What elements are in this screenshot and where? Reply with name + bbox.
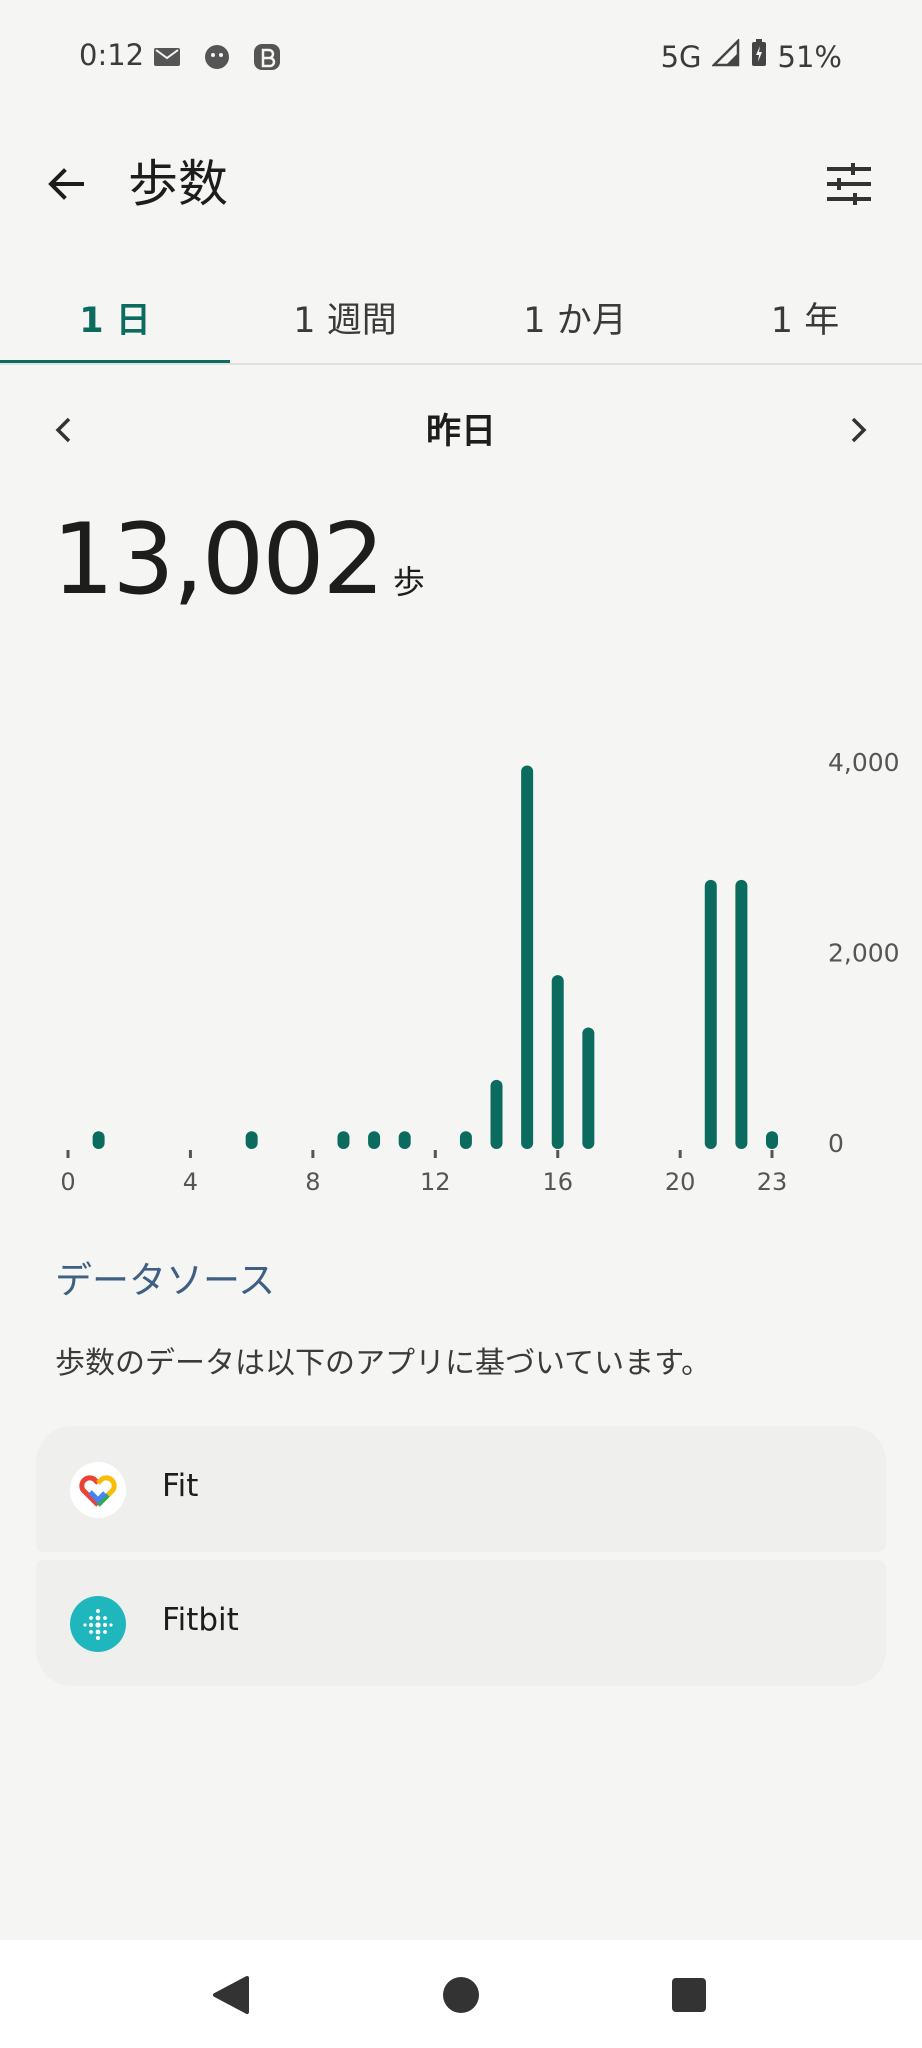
top-app-bar: 歩数 <box>0 140 922 230</box>
battery-icon <box>750 38 768 75</box>
chevron-right-icon <box>851 417 867 443</box>
tab-1-day[interactable]: 1 日 <box>0 270 230 364</box>
fitbit-dots-icon <box>70 1596 126 1652</box>
triangle-back-icon <box>213 1976 249 2014</box>
next-date-button[interactable] <box>834 400 884 460</box>
signal-icon <box>710 37 740 74</box>
status-bar: 0:12 5G 51% <box>0 0 922 110</box>
x-tick-label: 20 <box>665 1168 696 1196</box>
x-tick-label: 0 <box>60 1168 75 1196</box>
x-tick-label: 12 <box>420 1168 451 1196</box>
date-label: 昨日 <box>425 412 496 452</box>
data-source-description: 歩数のデータは以下のアプリに基づいています。 <box>55 1346 712 1381</box>
tab-label: 1 年 <box>770 300 840 341</box>
step-total: 13,002 歩 <box>52 500 425 620</box>
page-title: 歩数 <box>128 155 228 213</box>
steps-chart-svg: 0 4 8 12 16 20 23 0 2,000 4,000 <box>60 748 900 1196</box>
date-navigator: 昨日 <box>0 395 922 465</box>
nav-recents-button[interactable] <box>664 1970 714 2020</box>
app-b-icon <box>252 42 282 72</box>
mail-icon <box>152 42 182 72</box>
back-button[interactable] <box>36 154 96 214</box>
data-source-title: データソース <box>55 1259 276 1302</box>
tabs-divider <box>0 363 922 365</box>
source-item-fit[interactable]: Fit <box>36 1426 886 1552</box>
y-tick-label: 0 <box>828 1129 844 1158</box>
x-tick-label: 16 <box>542 1168 573 1196</box>
steps-chart: 0 4 8 12 16 20 23 0 2,000 4,000 <box>0 700 922 1200</box>
circle-home-icon <box>443 1977 479 2013</box>
nav-home-button[interactable] <box>436 1970 486 2020</box>
tab-label: 1 週間 <box>293 300 397 341</box>
tab-1-month[interactable]: 1 か月 <box>460 270 690 364</box>
filter-button[interactable] <box>818 154 878 214</box>
source-item-fitbit[interactable]: Fitbit <box>36 1560 886 1686</box>
app-notification-icon <box>202 42 232 72</box>
network-label: 5G <box>660 39 702 74</box>
arrow-back-icon <box>48 168 84 200</box>
y-tick-label: 2,000 <box>828 939 900 968</box>
status-right: 5G 51% <box>660 37 842 75</box>
google-fit-heart-icon <box>70 1462 126 1518</box>
step-total-value: 13,002 <box>52 503 385 617</box>
tab-1-year[interactable]: 1 年 <box>690 270 920 364</box>
battery-percent: 51% <box>777 39 842 74</box>
source-name: Fitbit <box>162 1602 239 1638</box>
x-tick-label: 4 <box>183 1168 198 1196</box>
x-tick-label: 8 <box>305 1168 320 1196</box>
tune-icon <box>827 163 871 205</box>
step-total-unit: 歩 <box>392 563 425 601</box>
x-tick-label: 23 <box>757 1168 788 1196</box>
tab-1-week[interactable]: 1 週間 <box>230 270 460 364</box>
system-nav-bar <box>0 1940 922 2048</box>
period-tabs: 1 日 1 週間 1 か月 1 年 <box>0 270 922 364</box>
status-time: 0:12 <box>79 38 145 72</box>
nav-back-button[interactable] <box>206 1970 256 2020</box>
y-tick-label: 4,000 <box>828 748 900 777</box>
tab-label: 1 日 <box>79 300 151 341</box>
square-recents-icon <box>672 1978 706 2012</box>
tab-label: 1 か月 <box>523 300 627 341</box>
source-name: Fit <box>162 1468 199 1504</box>
